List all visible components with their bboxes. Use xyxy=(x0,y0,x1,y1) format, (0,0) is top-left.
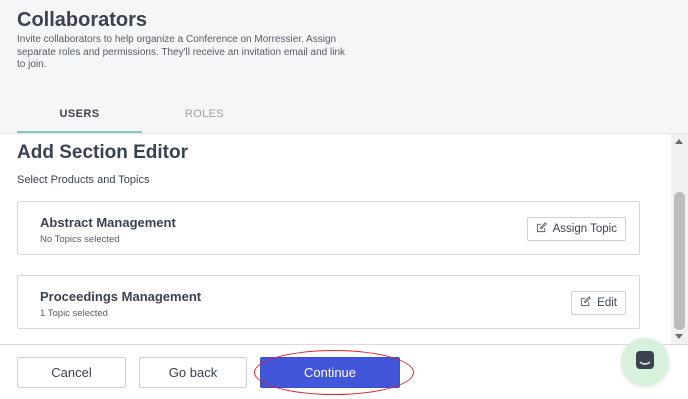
section-subtitle: Select Products and Topics xyxy=(17,174,150,186)
edit-icon xyxy=(536,222,547,236)
product-card-proceedings-management: Proceedings Management 1 Topic selected … xyxy=(17,275,640,329)
chat-launcher-button[interactable] xyxy=(621,338,669,386)
main-content: Add Section Editor Select Products and T… xyxy=(0,134,671,344)
card-title: Proceedings Management xyxy=(40,289,202,304)
card-status: No Topics selected xyxy=(40,234,120,245)
cancel-button[interactable]: Cancel xyxy=(17,357,126,388)
chat-icon xyxy=(634,349,656,376)
tab-users[interactable]: USERS xyxy=(17,104,142,133)
assign-topic-label: Assign Topic xyxy=(552,223,617,235)
edit-icon xyxy=(580,296,592,310)
card-status: 1 Topic selected xyxy=(40,308,108,319)
scroll-thumb[interactable] xyxy=(674,192,685,330)
section-title: Add Section Editor xyxy=(17,142,188,163)
tab-roles[interactable]: ROLES xyxy=(142,104,267,133)
page-title: Collaborators xyxy=(17,9,148,31)
page-header: Collaborators Invite collaborators to he… xyxy=(0,0,688,134)
edit-label: Edit xyxy=(597,297,617,309)
scroll-down-arrow-icon[interactable] xyxy=(675,334,683,339)
footer-actions: Cancel Go back Continue xyxy=(0,345,688,399)
scroll-up-arrow-icon[interactable] xyxy=(675,139,683,144)
continue-button[interactable]: Continue xyxy=(260,357,400,388)
product-card-abstract-management: Abstract Management No Topics selected A… xyxy=(17,201,640,255)
page-description: Invite collaborators to help organize a … xyxy=(17,34,346,70)
card-title: Abstract Management xyxy=(40,215,176,230)
go-back-button[interactable]: Go back xyxy=(139,357,247,388)
assign-topic-button[interactable]: Assign Topic xyxy=(526,217,626,241)
tab-bar: USERS ROLES xyxy=(17,104,267,134)
vertical-scrollbar[interactable] xyxy=(671,134,688,344)
edit-button[interactable]: Edit xyxy=(571,291,626,315)
